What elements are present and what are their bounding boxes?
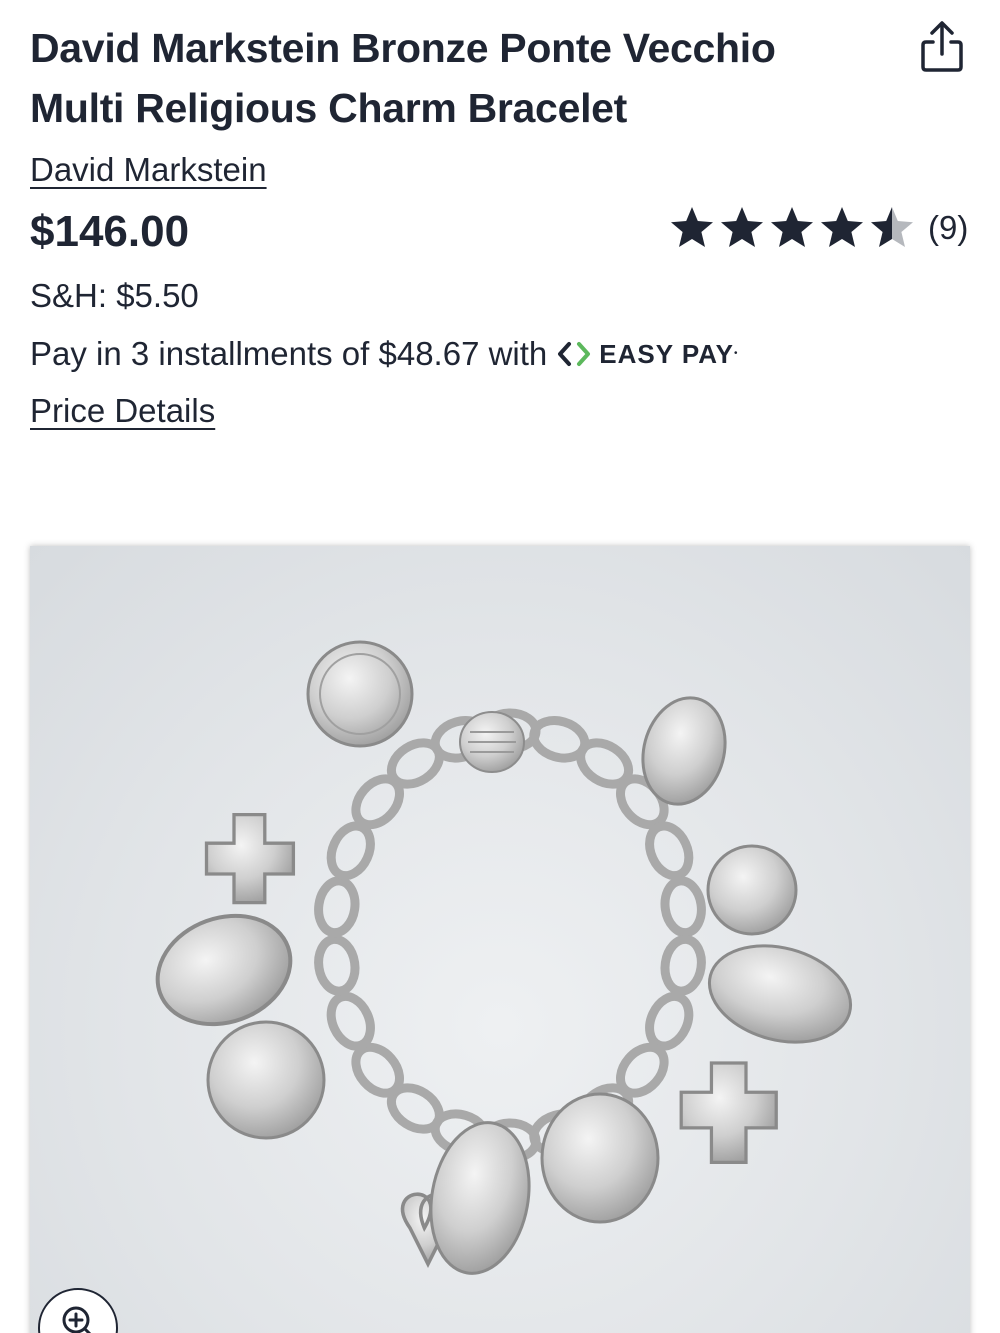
star-icon: [671, 207, 713, 247]
product-detail-page: David Markstein Bronze Ponte Vecchio Mul…: [0, 0, 1000, 1333]
star-icon: [871, 207, 913, 247]
product-price: $146.00: [30, 207, 190, 256]
installments-text: Pay in 3 installments of $48.67 with: [30, 335, 548, 372]
star-icon: [821, 207, 863, 247]
easypay-label: EASY PAY: [599, 339, 734, 369]
price-details-link[interactable]: Price Details: [30, 389, 215, 433]
easypay-trademark: •: [734, 348, 738, 359]
easypay-badge: EASY PAY •: [557, 332, 738, 376]
bracelet-photo: [155, 640, 853, 1275]
share-button[interactable]: [918, 20, 966, 74]
product-image[interactable]: [30, 546, 970, 1333]
star-icon: [721, 207, 763, 247]
rating-stars: [668, 204, 918, 252]
brand-link[interactable]: David Markstein: [30, 148, 267, 192]
rating-summary[interactable]: (9): [668, 204, 968, 252]
installments-info: Pay in 3 installments of $48.67 with EAS…: [30, 332, 738, 376]
share-icon: [921, 21, 963, 72]
easypay-logo-icon: [558, 342, 591, 366]
zoom-in-icon: [62, 1306, 92, 1333]
review-count: (9): [928, 209, 969, 246]
product-title: David Markstein Bronze Ponte Vecchio Mul…: [30, 25, 776, 131]
shipping-cost: S&H: $5.50: [30, 277, 199, 314]
star-icon: [771, 207, 813, 247]
